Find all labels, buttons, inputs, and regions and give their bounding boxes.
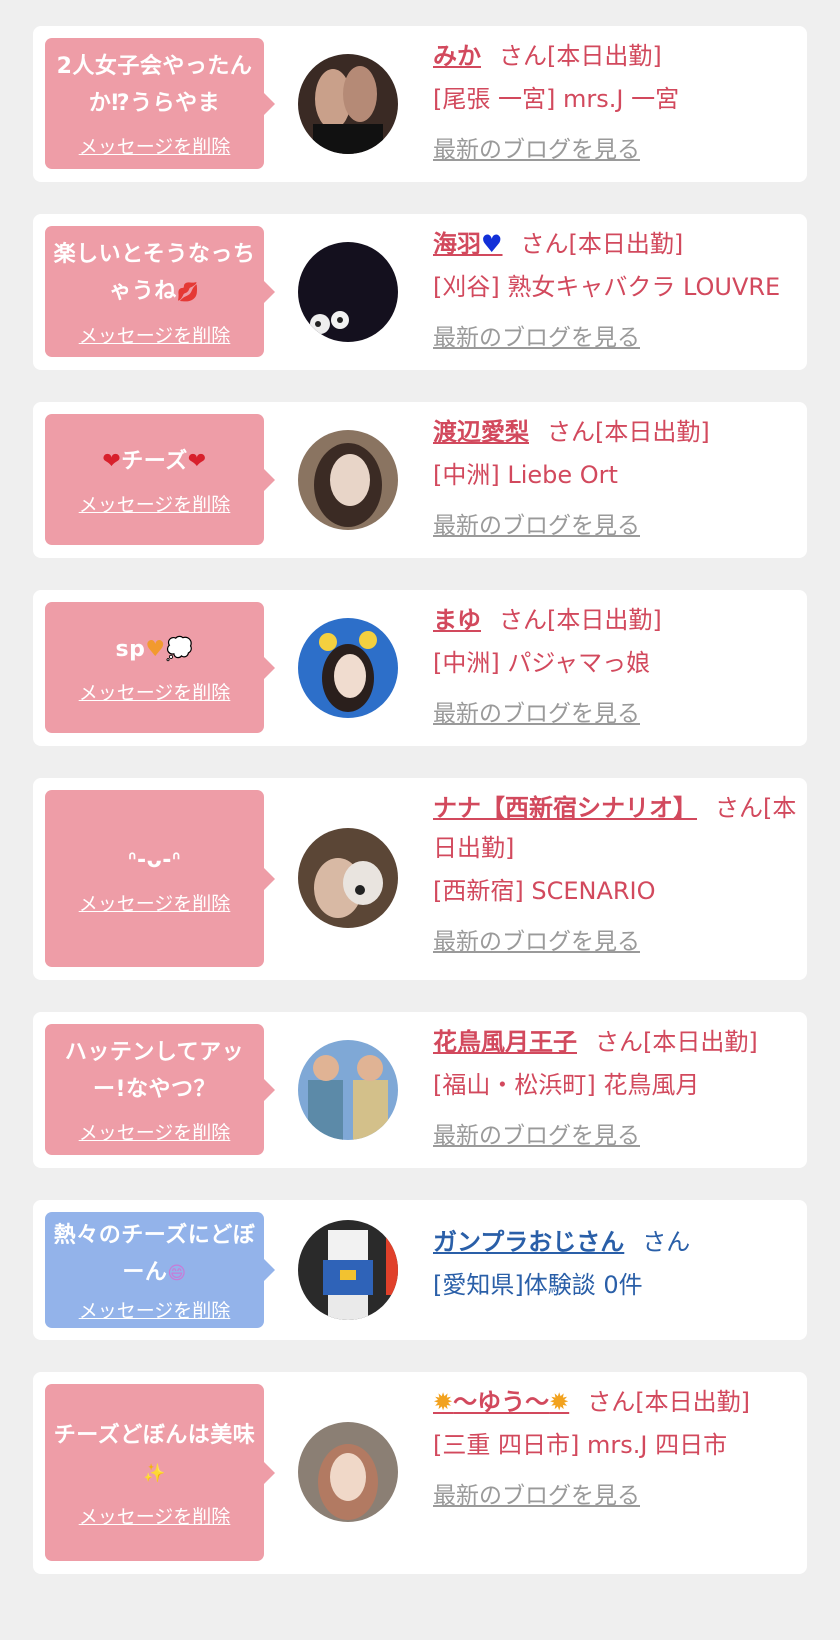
status-text: さん[本日出勤] — [520, 230, 684, 258]
avatar-image — [298, 618, 398, 718]
message-card: ᐢ-ᴗ-ᐢ メッセージを削除 ナナ【西新宿シナリオ】 さん[本日出勤] [西新宿]… — [33, 778, 807, 980]
message-card: sp♥💭 メッセージを削除 まゆ さん[本日出勤] [中洲] パジャマっ娘 最新の… — [33, 590, 807, 746]
shop-text: [刈谷] 熟女キャバクラ LOUVRE — [433, 273, 781, 301]
girl-name-link[interactable]: 海羽 — [433, 230, 481, 258]
sunflower-icon: ✹ — [433, 1388, 454, 1416]
avatar-image — [298, 828, 398, 928]
girl-name-link[interactable]: ナナ【西新宿シナリオ】 — [433, 794, 697, 822]
delete-message-link[interactable]: メッセージを削除 — [79, 132, 231, 159]
message-card: チーズどぼんは美味 ✨ メッセージを削除 ✹〜ゆう〜✹ さん[本日出勤] [三重 四… — [33, 1372, 807, 1574]
girl-name-link[interactable]: 花鳥風月王子 — [433, 1028, 577, 1056]
message-card: ハッテンしてアッー!なやつ？ メッセージを削除 花鳥風月王子 さん[本日出勤] [… — [33, 1012, 807, 1168]
latest-blog-link[interactable]: 最新のブログを見る — [433, 925, 640, 959]
avatar[interactable] — [298, 1422, 398, 1522]
status-text: さん[本日出勤] — [587, 1388, 750, 1416]
latest-blog-link[interactable]: 最新のブログを見る — [433, 1119, 640, 1153]
delete-message-link[interactable]: メッセージを削除 — [79, 1118, 231, 1145]
message-text: チーズどぼんは美味 — [53, 1422, 256, 1448]
avatar[interactable] — [298, 618, 398, 718]
girl-name-link[interactable]: みか — [433, 42, 481, 70]
status-text: さん — [642, 1228, 691, 1256]
avatar-image — [298, 1422, 398, 1522]
message-bubble: 2人女子会やったんか⁉うらやま メッセージを削除 — [45, 38, 275, 169]
kiss-face-icon: 💋 — [176, 281, 200, 303]
message-text: ハッテンしてアッー!なやつ？ — [64, 1040, 245, 1102]
status-text: さん[本日出勤] — [499, 606, 662, 634]
message-bubble: チーズどぼんは美味 ✨ メッセージを削除 — [45, 1384, 275, 1561]
avatar[interactable] — [298, 1040, 398, 1140]
status-text: さん[本日出勤] — [595, 1028, 758, 1056]
avatar-image — [298, 242, 398, 342]
sunflower-icon: ✹ — [549, 1388, 570, 1416]
message-card: 2人女子会やったんか⁉うらやま メッセージを削除 みか さん[本日出勤] [尾張 … — [33, 26, 807, 182]
delete-message-link[interactable]: メッセージを削除 — [79, 1296, 231, 1323]
latest-blog-link[interactable]: 最新のブログを見る — [433, 1479, 640, 1513]
message-bubble: sp♥💭 メッセージを削除 — [45, 602, 275, 733]
user-name-link[interactable]: ガンプラおじさん — [433, 1228, 624, 1256]
shop-text: [西新宿] SCENARIO — [433, 877, 656, 905]
avatar-image — [298, 1220, 398, 1320]
shop-text: [中洲] パジャマっ娘 — [433, 649, 651, 677]
smile-emoji-icon: 😄 — [167, 1263, 187, 1284]
message-text: 熱々のチーズにどぼーん — [53, 1223, 256, 1285]
message-text: チーズ — [121, 448, 188, 474]
heart-blue-icon: ♥ — [481, 230, 503, 258]
message-bubble: ᐢ-ᴗ-ᐢ メッセージを削除 — [45, 790, 275, 967]
shop-text: [福山・松浜町] 花鳥風月 — [433, 1071, 700, 1099]
message-bubble: 熱々のチーズにどぼーん😄 メッセージを削除 — [45, 1212, 275, 1328]
thought-bubble-icon: 💭 — [165, 636, 194, 662]
delete-message-link[interactable]: メッセージを削除 — [79, 321, 231, 348]
delete-message-link[interactable]: メッセージを削除 — [79, 889, 231, 916]
latest-blog-link[interactable]: 最新のブログを見る — [433, 509, 640, 543]
delete-message-link[interactable]: メッセージを削除 — [79, 490, 231, 517]
latest-blog-link[interactable]: 最新のブログを見る — [433, 321, 640, 355]
message-text: ᐢ-ᴗ-ᐢ — [127, 847, 182, 873]
avatar[interactable] — [298, 828, 398, 928]
delete-message-link[interactable]: メッセージを削除 — [79, 1502, 231, 1529]
latest-blog-link[interactable]: 最新のブログを見る — [433, 133, 640, 167]
delete-message-link[interactable]: メッセージを削除 — [79, 678, 231, 705]
heart-red-icon: ❤ — [102, 448, 122, 474]
avatar-image — [298, 1040, 398, 1140]
status-text: さん[本日出勤] — [499, 42, 662, 70]
avatar[interactable] — [298, 430, 398, 530]
message-bubble: ハッテンしてアッー!なやつ？ メッセージを削除 — [45, 1024, 275, 1155]
review-count-text: [愛知県]体験談 0件 — [433, 1271, 643, 1299]
message-list: 2人女子会やったんか⁉うらやま メッセージを削除 みか さん[本日出勤] [尾張 … — [0, 0, 840, 1574]
message-bubble: ❤チーズ❤ メッセージを削除 — [45, 414, 275, 545]
message-card: 熱々のチーズにどぼーん😄 メッセージを削除 ガンプラおじさん さん [愛知県]体験… — [33, 1200, 807, 1340]
girl-name-link[interactable]: 〜ゆう〜 — [453, 1388, 549, 1416]
sparkle-icon: ✨ — [143, 1462, 166, 1484]
heart-red-icon: ❤ — [187, 448, 207, 474]
message-text: 楽しいとそうなっちゃうね — [53, 241, 256, 304]
girl-name-link[interactable]: 渡辺愛梨 — [433, 418, 529, 446]
shop-text: [三重 四日市] mrs.J 四日市 — [433, 1431, 728, 1459]
message-card: 楽しいとそうなっちゃうね💋 メッセージを削除 海羽♥ さん[本日出勤] [刈谷] … — [33, 214, 807, 370]
message-bubble: 楽しいとそうなっちゃうね💋 メッセージを削除 — [45, 226, 275, 357]
message-text: 2人女子会やったんか⁉うらやま — [56, 54, 253, 116]
shop-text: [中洲] Liebe Ort — [433, 461, 618, 489]
status-text: さん[本日出勤] — [547, 418, 710, 446]
girl-name-link[interactable]: まゆ — [433, 606, 481, 634]
message-text: sp — [115, 636, 146, 662]
avatar-image — [298, 430, 398, 530]
avatar[interactable] — [298, 54, 398, 154]
message-card: ❤チーズ❤ メッセージを削除 渡辺愛梨 さん[本日出勤] [中洲] Liebe O… — [33, 402, 807, 558]
heart-orange-icon: ♥ — [145, 636, 166, 662]
avatar[interactable] — [298, 242, 398, 342]
avatar-image — [298, 54, 398, 154]
avatar[interactable] — [298, 1220, 398, 1320]
shop-text: [尾張 一宮] mrs.J 一宮 — [433, 85, 680, 113]
latest-blog-link[interactable]: 最新のブログを見る — [433, 697, 640, 731]
